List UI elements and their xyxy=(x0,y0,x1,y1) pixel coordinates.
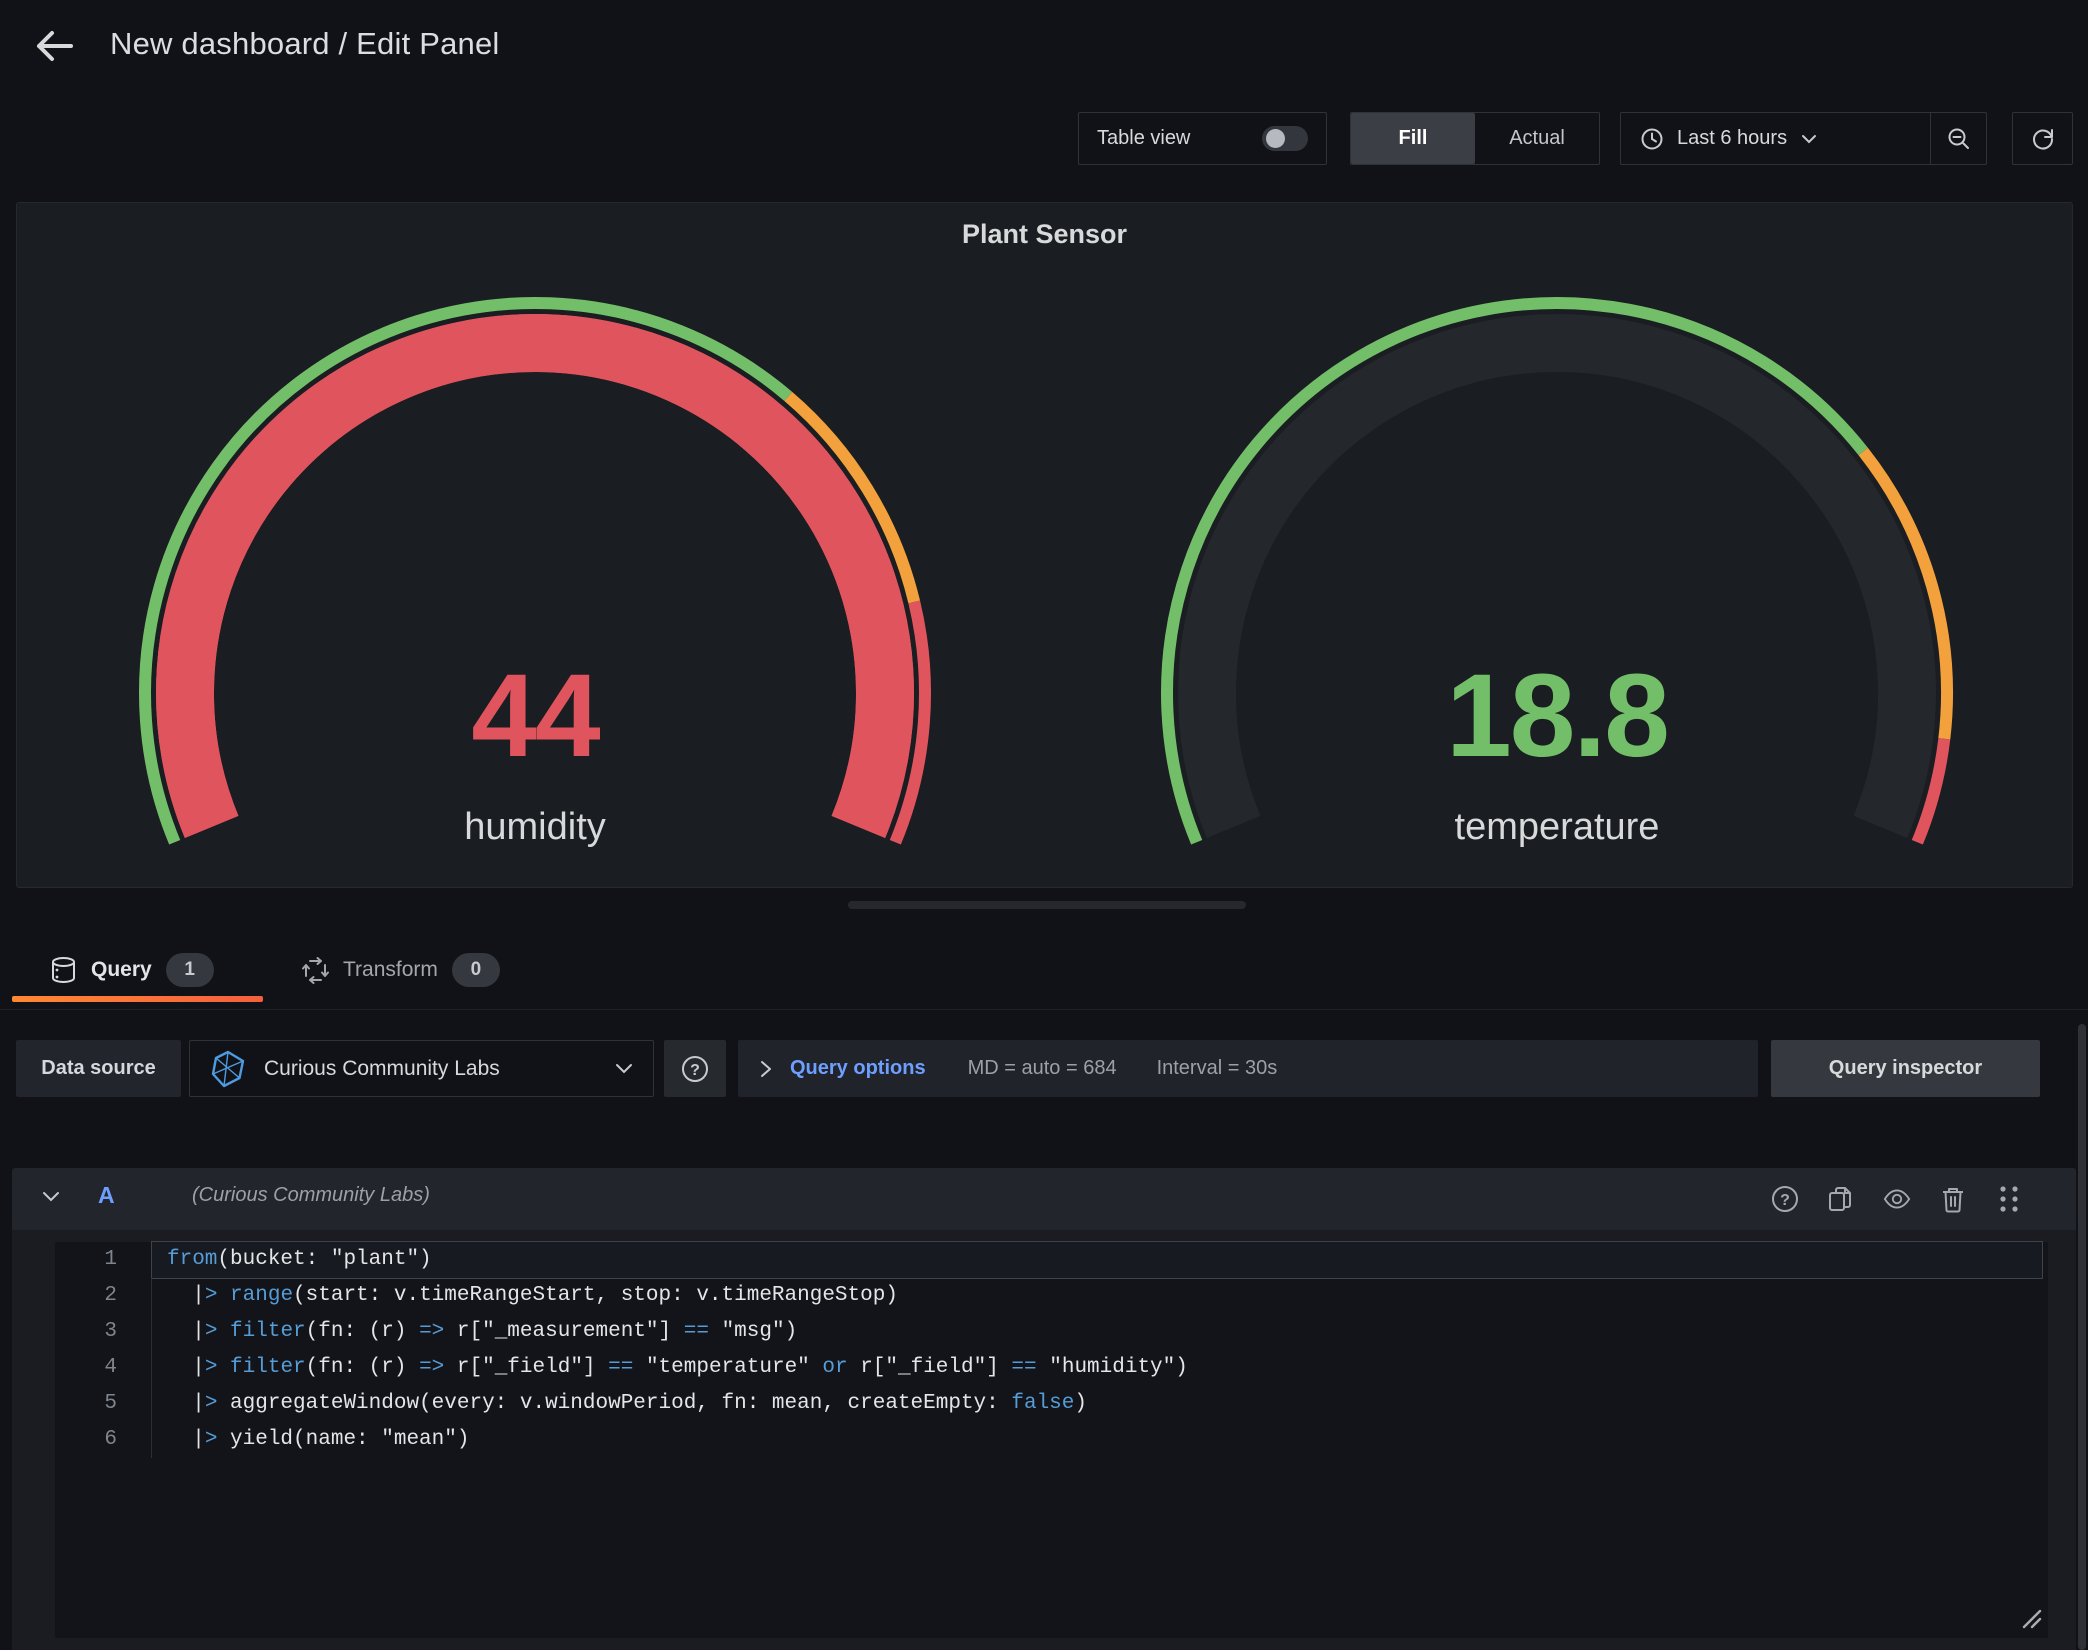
temperature-label: temperature xyxy=(1237,806,1877,849)
flux-query-editor[interactable]: 1from(bucket: "plant")2 |> range(start: … xyxy=(55,1242,2048,1638)
gauge-threshold-band xyxy=(895,602,925,842)
plant-sensor-panel: Plant Sensor 44 humidity 18.8 temperatur… xyxy=(16,202,2073,888)
table-view-toggle[interactable] xyxy=(1262,126,1308,151)
panel-title: Plant Sensor xyxy=(17,219,2072,250)
query-datasource-hint: (Curious Community Labs) xyxy=(192,1184,430,1207)
query-inspector-button[interactable]: Query inspector xyxy=(1771,1040,2040,1097)
page-scrollbar-thumb[interactable] xyxy=(2078,1024,2086,1650)
copy-icon xyxy=(1827,1185,1855,1213)
code-text: |> range(start: v.timeRangeStart, stop: … xyxy=(152,1278,2042,1314)
tab-transform-label: Transform xyxy=(343,958,438,982)
gauge-threshold-band xyxy=(788,396,914,602)
fill-actual-segmented: Fill Actual xyxy=(1350,112,1600,165)
interval-stat: Interval = 30s xyxy=(1157,1057,1278,1080)
database-icon xyxy=(50,956,77,984)
humidity-value: 44 xyxy=(215,652,855,782)
temperature-value: 18.8 xyxy=(1237,652,1877,782)
fill-button[interactable]: Fill xyxy=(1351,113,1475,164)
line-number: 2 xyxy=(55,1278,152,1314)
code-line[interactable]: 2 |> range(start: v.timeRangeStart, stop… xyxy=(55,1278,2048,1314)
delete-query-button[interactable] xyxy=(1939,1185,1967,1213)
page-title: New dashboard / Edit Panel xyxy=(110,26,500,62)
toggle-knob xyxy=(1266,129,1285,148)
editor-resize-grip[interactable] xyxy=(2020,1607,2042,1634)
clock-icon xyxy=(1641,128,1663,150)
code-text: |> yield(name: "mean") xyxy=(152,1422,2042,1458)
grafana-edit-panel-screen: { "header": { "title": "New dashboard / … xyxy=(0,0,2088,1650)
help-circle-icon: ? xyxy=(681,1055,709,1083)
data-source-value: Curious Community Labs xyxy=(264,1057,597,1081)
line-number: 5 xyxy=(55,1386,152,1422)
tab-query[interactable]: Query 1 xyxy=(50,948,214,992)
collapse-chevron-icon[interactable] xyxy=(42,1191,60,1202)
code-text: |> filter(fn: (r) => r["_measurement"] =… xyxy=(152,1314,2042,1350)
grip-icon xyxy=(1998,1184,2020,1214)
refresh-icon xyxy=(2030,126,2056,152)
trash-icon xyxy=(1940,1185,1966,1213)
panel-resize-handle[interactable] xyxy=(848,901,1246,909)
drag-query-handle[interactable] xyxy=(1995,1185,2023,1213)
influxdb-logo-icon xyxy=(210,1050,246,1088)
code-text: |> filter(fn: (r) => r["_field"] == "tem… xyxy=(152,1350,2042,1386)
query-ref-id: A xyxy=(98,1182,115,1209)
table-view-label: Table view xyxy=(1097,127,1190,150)
actual-button[interactable]: Actual xyxy=(1475,113,1599,164)
zoom-out-icon xyxy=(1947,127,1971,151)
code-text: from(bucket: "plant") xyxy=(152,1242,2042,1278)
chevron-down-icon xyxy=(615,1063,633,1074)
humidity-label: humidity xyxy=(215,806,855,849)
data-source-select[interactable]: Curious Community Labs xyxy=(189,1040,654,1097)
code-line[interactable]: 6 |> yield(name: "mean") xyxy=(55,1422,2048,1458)
time-range-label: Last 6 hours xyxy=(1677,127,1787,150)
code-line[interactable]: 1from(bucket: "plant") xyxy=(55,1242,2048,1278)
chevron-down-icon xyxy=(1801,134,1817,144)
active-tab-indicator xyxy=(12,996,263,1002)
resize-grip-icon xyxy=(2020,1607,2042,1629)
toggle-visibility-button[interactable] xyxy=(1883,1185,1911,1213)
back-button[interactable] xyxy=(30,22,78,70)
data-source-label: Data source xyxy=(16,1040,181,1097)
query-options-bar: Query options MD = auto = 684 Interval =… xyxy=(738,1040,1758,1097)
help-circle-icon: ? xyxy=(1771,1185,1799,1213)
transform-icon xyxy=(302,957,329,984)
gauge-threshold-band xyxy=(1917,739,1944,842)
query-editor-card: A (Curious Community Labs) ? xyxy=(12,1168,2076,1650)
line-number: 4 xyxy=(55,1350,152,1386)
arrow-left-icon xyxy=(35,29,73,63)
data-source-help-button[interactable]: ? xyxy=(664,1040,726,1097)
code-line[interactable]: 5 |> aggregateWindow(every: v.windowPeri… xyxy=(55,1386,2048,1422)
max-data-points-stat: MD = auto = 684 xyxy=(968,1057,1117,1080)
tab-query-count: 1 xyxy=(166,953,214,987)
tabs-divider xyxy=(0,1009,2088,1010)
tab-transform-count: 0 xyxy=(452,953,500,987)
duplicate-query-button[interactable] xyxy=(1827,1185,1855,1213)
code-line[interactable]: 4 |> filter(fn: (r) => r["_field"] == "t… xyxy=(55,1350,2048,1386)
query-help-button[interactable]: ? xyxy=(1771,1185,1799,1213)
eye-icon xyxy=(1883,1185,1911,1213)
line-number: 3 xyxy=(55,1314,152,1350)
time-range-group: Last 6 hours xyxy=(1620,112,1987,165)
line-number: 1 xyxy=(55,1242,152,1278)
query-options-link[interactable]: Query options xyxy=(790,1057,926,1080)
zoom-out-time-button[interactable] xyxy=(1930,113,1986,164)
line-number: 6 xyxy=(55,1422,152,1458)
tab-transform[interactable]: Transform 0 xyxy=(302,948,500,992)
time-range-picker[interactable]: Last 6 hours xyxy=(1621,113,1930,164)
svg-text:?: ? xyxy=(690,1062,700,1079)
code-line[interactable]: 3 |> filter(fn: (r) => r["_measurement"]… xyxy=(55,1314,2048,1350)
code-text: |> aggregateWindow(every: v.windowPeriod… xyxy=(152,1386,2042,1422)
refresh-button[interactable] xyxy=(2012,112,2073,165)
tab-query-label: Query xyxy=(91,958,152,982)
query-row-actions: ? xyxy=(1771,1168,2023,1230)
table-view-control: Table view xyxy=(1078,112,1327,165)
chevron-right-icon[interactable] xyxy=(760,1060,772,1078)
query-row-header[interactable]: A (Curious Community Labs) ? xyxy=(12,1168,2076,1230)
svg-text:?: ? xyxy=(1780,1192,1790,1209)
